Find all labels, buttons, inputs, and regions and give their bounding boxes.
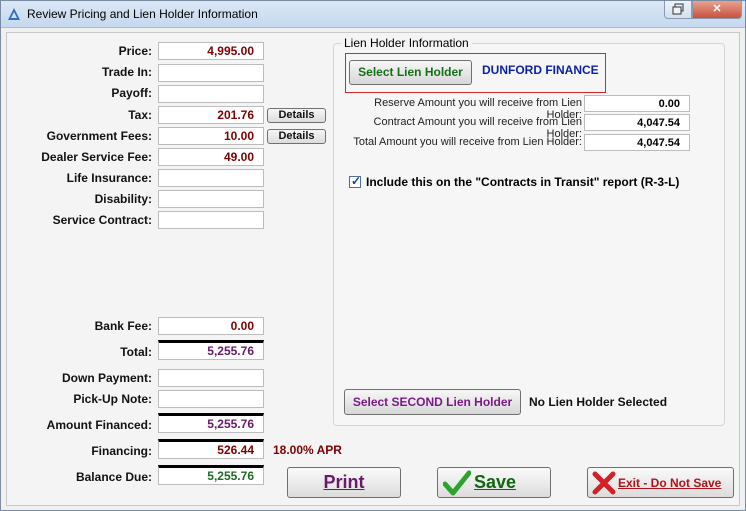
checkmark-icon: ✓ [351, 174, 362, 188]
life-insurance-field[interactable] [158, 169, 264, 187]
close-icon: ✕ [712, 3, 722, 15]
bank-fee-field[interactable]: 0.00 [158, 317, 264, 335]
government-fees-field[interactable]: 10.00 [158, 127, 264, 145]
restore-button[interactable] [664, 1, 692, 19]
select-lien-holder-button[interactable]: Select Lien Holder [349, 60, 472, 85]
financing-field[interactable]: 526.44 [158, 439, 264, 459]
balance-due-field: 5,255.76 [158, 465, 264, 485]
trade-in-field[interactable] [158, 64, 264, 82]
dealer-service-fee-field[interactable]: 49.00 [158, 148, 264, 166]
pickup-note-field[interactable] [158, 390, 264, 408]
down-payment-field[interactable] [158, 369, 264, 387]
bank-fee-label: Bank Fee: [94, 319, 152, 333]
dealer-service-fee-label: Dealer Service Fee: [41, 150, 152, 164]
contract-amount-field[interactable]: 4,047.54 [584, 114, 690, 131]
save-label: Save [474, 472, 517, 492]
include-in-transit-checkbox[interactable]: ✓ [349, 174, 362, 188]
amount-financed-label: Amount Financed: [46, 418, 152, 432]
exit-label: Exit - Do Not Save [618, 476, 722, 490]
tax-label: Tax: [128, 108, 152, 122]
total-label: Total: [120, 345, 152, 359]
app-logo-icon [8, 8, 20, 20]
financing-label: Financing: [91, 444, 152, 458]
reserve-amount-field[interactable]: 0.00 [584, 95, 690, 112]
red-x-icon [592, 471, 616, 495]
apr-text: 18.00% APR [273, 443, 342, 457]
total-amount-field: 4,047.54 [584, 134, 690, 151]
lien-holder-group-title: Lien Holder Information [341, 36, 472, 50]
tax-field[interactable]: 201.76 [158, 106, 264, 124]
balance-due-label: Balance Due: [75, 470, 152, 484]
amount-financed-field: 5,255.76 [158, 413, 264, 433]
life-insurance-label: Life Insurance: [66, 171, 152, 185]
payoff-field[interactable] [158, 85, 264, 103]
service-contract-field[interactable] [158, 211, 264, 229]
include-in-transit-label: Include this on the "Contracts in Transi… [366, 175, 680, 189]
price-field[interactable]: 4,995.00 [158, 42, 264, 60]
window-title: Review Pricing and Lien Holder Informati… [27, 7, 258, 21]
payoff-label: Payoff: [111, 86, 152, 100]
checkmark-icon [443, 470, 471, 496]
restore-icon [672, 3, 684, 15]
select-second-lien-holder-button[interactable]: Select SECOND Lien Holder [344, 389, 521, 415]
disability-field[interactable] [158, 190, 264, 208]
print-button[interactable]: Print [287, 467, 401, 498]
pickup-note-label: Pick-Up Note: [73, 392, 152, 406]
total-field: 5,255.76 [158, 340, 264, 360]
government-fees-details-button[interactable]: Details [267, 129, 326, 144]
close-button[interactable]: ✕ [692, 1, 742, 19]
exit-button[interactable]: Exit - Do Not Save [587, 467, 734, 498]
government-fees-label: Government Fees: [46, 129, 152, 143]
title-bar: Review Pricing and Lien Holder Informati… [1, 1, 745, 28]
total-amount-label: Total Amount you will receive from Lien … [353, 136, 582, 148]
service-contract-label: Service Contract: [52, 213, 152, 227]
review-pricing-window: Review Pricing and Lien Holder Informati… [0, 0, 746, 511]
down-payment-label: Down Payment: [61, 371, 152, 385]
price-label: Price: [118, 44, 152, 58]
tax-details-button[interactable]: Details [267, 108, 326, 123]
disability-label: Disability: [94, 192, 152, 206]
lien-holder-name: DUNFORD FINANCE [482, 63, 599, 77]
trade-in-label: Trade In: [101, 65, 152, 79]
second-lien-holder-status: No Lien Holder Selected [529, 395, 668, 409]
save-button[interactable]: Save [437, 467, 551, 498]
